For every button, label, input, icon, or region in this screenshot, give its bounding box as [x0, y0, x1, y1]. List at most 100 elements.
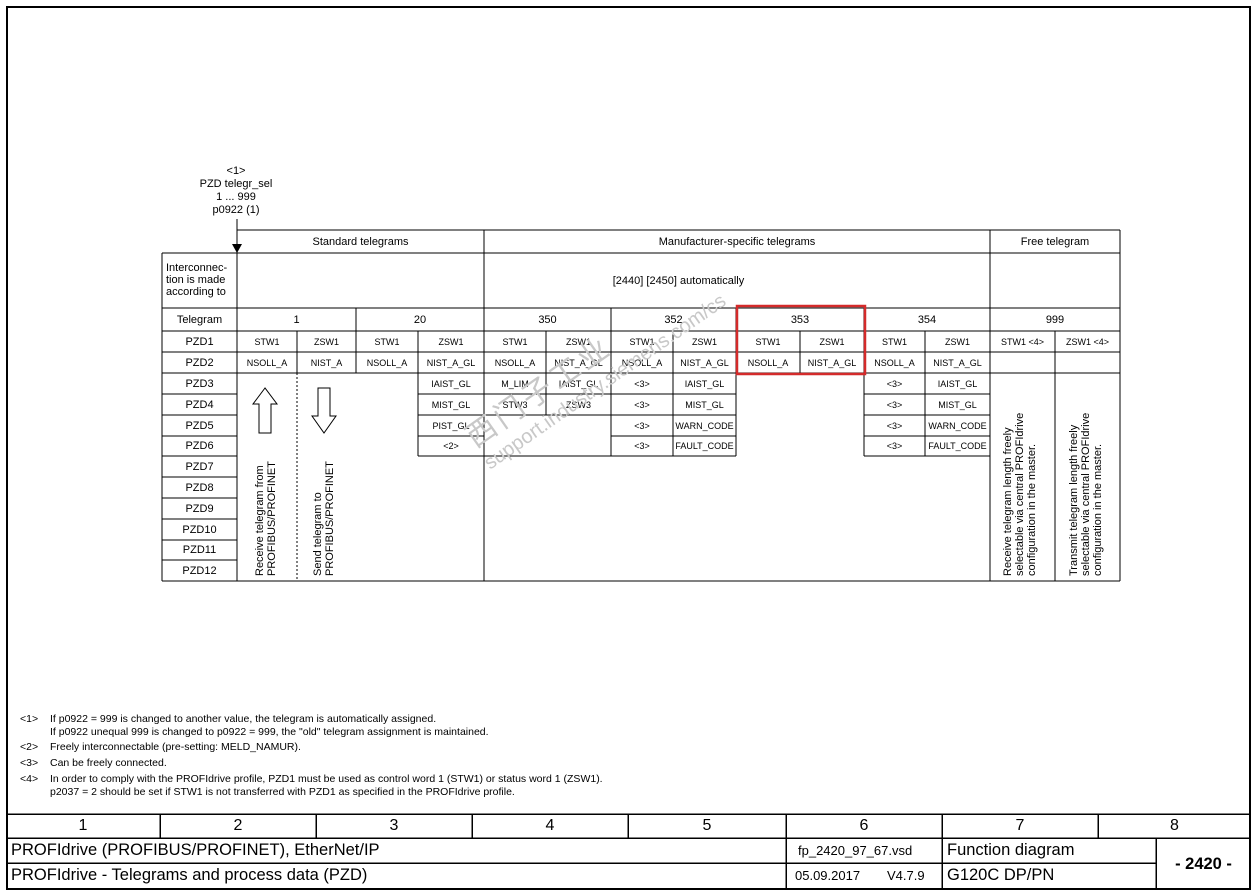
receive-label-line: PROFIBUS/PROFINET: [266, 461, 278, 576]
down-arrow-icon: [311, 387, 337, 434]
footnote-line: Freely interconnectable (pre-setting: ME…: [50, 741, 301, 753]
send-label: Send telegram to PROFIBUS/PROFINET: [312, 461, 336, 576]
t354-pzd5-stw: <3>: [886, 420, 903, 431]
up-arrow-icon: [252, 387, 278, 434]
t352-pzd4-stw: <3>: [634, 399, 650, 410]
pzd-label: PZD10: [182, 523, 217, 536]
footer-column-number: 5: [702, 817, 712, 834]
t354-pzd4-zsw: MIST_GL: [938, 399, 977, 410]
pzd-label: PZD8: [185, 481, 214, 494]
t352-pzd3-stw: <3>: [634, 378, 650, 389]
t20-pzd4-zsw: MIST_GL: [431, 399, 471, 410]
t354-pzd2-zsw: NIST_A_GL: [933, 357, 982, 368]
t350-pzd4-stw: STW3: [502, 399, 528, 410]
free-receive-note: Receive telegram length freely selectabl…: [1002, 413, 1038, 576]
footer-date: 05.09.2017: [795, 868, 861, 883]
receive-label-line: Receive telegram from: [254, 465, 266, 576]
t350-pzd4-zsw: ZSW3: [565, 399, 591, 410]
t352-pzd6-zsw: FAULT_CODE: [675, 441, 734, 451]
t20-pzd2-stw: NSOLL_A: [366, 357, 408, 368]
t20-pzd3-zsw: IAIST_GL: [431, 378, 471, 389]
interconnection-label-line: Interconnec-: [166, 262, 228, 274]
group-manufacturer-telegrams: Manufacturer-specific telegrams: [658, 235, 816, 248]
telegram-label: Telegram: [176, 313, 223, 326]
t350-pzd2-stw: NSOLL_A: [494, 357, 536, 368]
t354-pzd3-zsw: IAIST_GL: [937, 378, 978, 389]
footer-title-2: PROFIdrive - Telegrams and process data …: [11, 866, 368, 884]
footnote-ref: <3>: [20, 757, 39, 769]
telegram-20: 20: [413, 313, 427, 326]
t353-pzd1-zsw: ZSW1: [819, 336, 845, 347]
footnote-line: If p0922 = 999 is changed to another val…: [50, 713, 437, 725]
telegram-353: 353: [790, 313, 810, 326]
t20-pzd1-stw: STW1: [374, 336, 400, 347]
t20-pzd5-zsw: PIST_GL: [432, 420, 470, 431]
t353-pzd1-stw: STW1: [755, 336, 781, 347]
pzd-label: PZD5: [185, 419, 214, 432]
t352-pzd1-stw: STW1: [629, 336, 655, 347]
free-transmit-note-line: Transmit telegram length freely: [1068, 424, 1080, 576]
pzd-label: PZD9: [185, 502, 214, 515]
t354-pzd6-zsw: FAULT_CODE: [928, 441, 987, 451]
footer-diagram-number: - 2420 -: [1175, 854, 1232, 873]
pzd-label: PZD7: [185, 460, 214, 473]
t354-pzd5-zsw: WARN_CODE: [928, 420, 987, 431]
free-receive-note-line: Receive telegram length freely: [1002, 427, 1014, 576]
footnote-ref: <4>: [20, 773, 39, 785]
footnote-line: Can be freely connected.: [50, 757, 167, 769]
t350-pzd1-zsw: ZSW1: [565, 336, 591, 347]
t352-pzd5-zsw: WARN_CODE: [675, 420, 734, 431]
telegram-999: 999: [1045, 313, 1065, 326]
t350-pzd2-zsw: NIST_A_GL: [554, 357, 603, 368]
t999-pzd1-stw: STW1 <4>: [1000, 336, 1045, 347]
footer-column-number: 7: [1015, 817, 1025, 834]
t354-pzd3-stw: <3>: [886, 378, 903, 389]
t350-pzd3-stw: M_LIM: [501, 378, 529, 389]
send-label-line: PROFIBUS/PROFINET: [324, 461, 336, 576]
footer-column-number: 3: [389, 817, 399, 834]
group-free-telegram: Free telegram: [1020, 235, 1090, 248]
interconnection-label-line: tion is made: [166, 274, 226, 286]
group-standard-telegrams: Standard telegrams: [312, 235, 409, 248]
t20-pzd6-zsw: <2>: [443, 441, 459, 451]
pzd-label: PZD2: [185, 356, 214, 369]
footer-column-number: 6: [859, 817, 869, 834]
t1-pzd1-zsw: ZSW1: [313, 336, 339, 347]
t354-pzd4-stw: <3>: [886, 399, 903, 410]
free-transmit-note: Transmit telegram length freely selectab…: [1068, 413, 1104, 576]
free-transmit-note-line: configuration in the master.: [1092, 443, 1104, 576]
telegram-354: 354: [917, 313, 937, 326]
pzd-label: PZD6: [185, 440, 214, 452]
footnote-line: In order to comply with the PROFIdrive p…: [50, 773, 603, 785]
interconnection-value: [2440] [2450] automatically: [612, 274, 745, 287]
pzd-label: PZD3: [185, 377, 214, 390]
telegram-350: 350: [538, 313, 557, 326]
receive-label: Receive telegram from PROFIBUS/PROFINET: [254, 461, 278, 576]
t352-pzd1-zsw: ZSW1: [691, 336, 717, 347]
t354-pzd2-stw: NSOLL_A: [874, 357, 915, 368]
send-label-line: Send telegram to: [312, 492, 324, 576]
t999-pzd1-zsw: ZSW1 <4>: [1065, 336, 1110, 347]
footnote-line: If p0922 unequal 999 is changed to p0922…: [50, 726, 489, 738]
t1-pzd2-stw: NSOLL_A: [246, 357, 288, 368]
interconnection-label-line: according to: [166, 286, 226, 298]
t354-pzd1-zsw: ZSW1: [944, 336, 970, 347]
pzd-label: PZD4: [185, 398, 214, 411]
t350-pzd3-zsw: IAIST_GL: [558, 378, 599, 389]
t354-pzd1-stw: STW1: [881, 336, 907, 347]
footer-column-number: 8: [1170, 817, 1179, 834]
footnote-ref: <2>: [20, 741, 39, 753]
footer-version: V4.7.9: [887, 868, 925, 883]
t353-pzd2-stw: NSOLL_A: [747, 357, 789, 368]
t352-pzd5-stw: <3>: [634, 420, 650, 431]
t1-pzd2-zsw: NIST_A: [310, 357, 343, 368]
footer-kind: Function diagram: [947, 841, 1075, 859]
t350-pzd1-stw: STW1: [502, 336, 528, 347]
footer-title-1: PROFIdrive (PROFIBUS/PROFINET), EtherNet…: [11, 841, 380, 859]
t352-pzd4-zsw: MIST_GL: [685, 399, 724, 410]
footer-column-number: 1: [78, 817, 88, 834]
footer-file: fp_2420_97_67.vsd: [798, 843, 913, 858]
t352-pzd6-stw: <3>: [634, 441, 650, 451]
t352-pzd2-zsw: NIST_A_GL: [680, 357, 729, 368]
footnote-ref: <1>: [20, 713, 39, 725]
